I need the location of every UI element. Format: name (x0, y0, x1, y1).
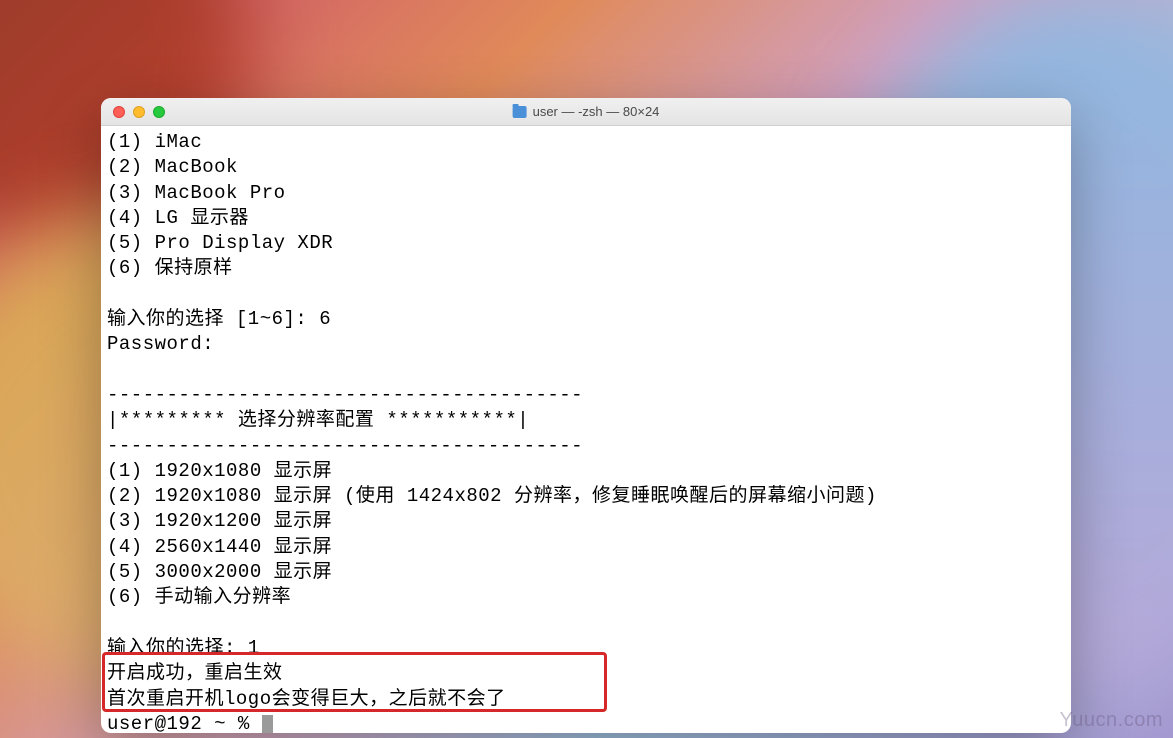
terminal-line: ---------------------------------------- (107, 435, 583, 457)
terminal-line: (5) 3000x2000 显示屏 (107, 561, 332, 583)
window-titlebar[interactable]: user — -zsh — 80×24 (101, 98, 1071, 126)
cursor (262, 715, 273, 733)
terminal-prompt: user@192 ~ % (107, 713, 262, 733)
terminal-line: |********* 选择分辨率配置 ***********| (107, 409, 529, 431)
terminal-window: user — -zsh — 80×24 (1) iMac (2) MacBook… (101, 98, 1071, 733)
terminal-line: (2) MacBook (107, 156, 238, 178)
terminal-line: (4) 2560x1440 显示屏 (107, 536, 332, 558)
terminal-line: ---------------------------------------- (107, 384, 583, 406)
terminal-line: 输入你的选择: 1 (107, 637, 260, 659)
terminal-line: 首次重启开机logo会变得巨大，之后就不会了 (107, 688, 506, 710)
watermark: Yuucn.com (1060, 709, 1163, 732)
minimize-button[interactable] (133, 106, 145, 118)
terminal-line: 开启成功，重启生效 (107, 662, 283, 684)
terminal-line: (3) MacBook Pro (107, 182, 286, 204)
window-title-text: user — -zsh — 80×24 (533, 104, 660, 119)
terminal-content[interactable]: (1) iMac (2) MacBook (3) MacBook Pro (4)… (101, 126, 1071, 733)
maximize-button[interactable] (153, 106, 165, 118)
terminal-line: (1) 1920x1080 显示屏 (107, 460, 332, 482)
terminal-line: (2) 1920x1080 显示屏 (使用 1424x802 分辨率，修复睡眠唤… (107, 485, 877, 507)
traffic-lights (101, 106, 165, 118)
terminal-line: (3) 1920x1200 显示屏 (107, 510, 332, 532)
terminal-line: (5) Pro Display XDR (107, 232, 333, 254)
terminal-line: Password: (107, 333, 214, 355)
terminal-line: (6) 手动输入分辨率 (107, 586, 291, 608)
terminal-line: (4) LG 显示器 (107, 207, 249, 229)
terminal-line: 输入你的选择 [1~6]: 6 (107, 308, 331, 330)
terminal-line: (6) 保持原样 (107, 257, 233, 279)
terminal-line: (1) iMac (107, 131, 202, 153)
folder-icon (513, 106, 527, 118)
window-title: user — -zsh — 80×24 (513, 104, 660, 119)
close-button[interactable] (113, 106, 125, 118)
